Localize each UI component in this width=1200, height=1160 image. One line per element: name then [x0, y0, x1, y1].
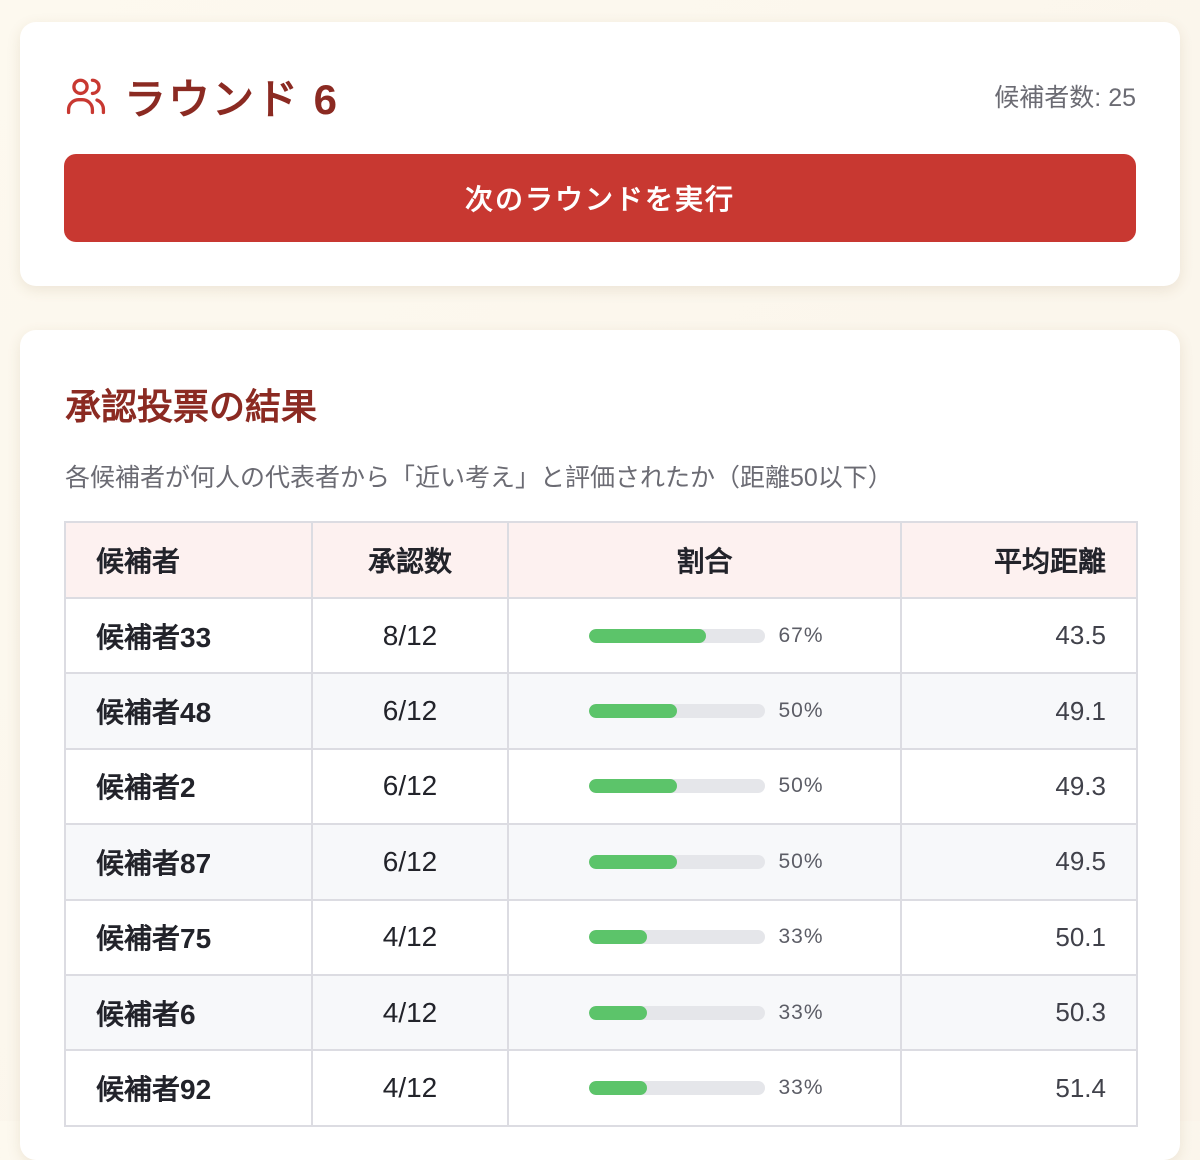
table-row: 候補者92 4/12 33% 51.4	[64, 1049, 1138, 1127]
table-header-row: 候補者 承認数 割合 平均距離	[64, 521, 1138, 599]
candidate-name: 候補者87	[64, 823, 313, 901]
run-next-round-button[interactable]: 次のラウンドを実行	[64, 154, 1136, 242]
round-title: ラウンド 6	[124, 75, 340, 123]
average-distance: 49.3	[900, 747, 1138, 826]
table-row: 候補者75 4/12 33% 50.1	[64, 898, 1138, 976]
progress-bar-fill	[588, 854, 677, 869]
table-row: 候補者6 4/12 33% 50.3	[64, 973, 1138, 1052]
table-row: 候補者2 6/12 50% 49.3	[64, 747, 1138, 826]
results-card: 承認投票の結果 各候補者が何人の代表者から「近い考え」と評価されたか（距離50以…	[20, 330, 1180, 1160]
ratio-percent: 50%	[778, 774, 824, 798]
progress-bar-track	[588, 628, 765, 643]
approved-count: 6/12	[311, 823, 509, 901]
header-distance: 平均距離	[900, 521, 1138, 599]
results-table: 候補者 承認数 割合 平均距離 候補者33 8/12 67% 43.5 候補者48 6/1…	[64, 521, 1138, 1127]
average-distance: 43.5	[900, 596, 1138, 675]
candidate-name: 候補者6	[64, 973, 313, 1052]
progress-bar-fill	[588, 1005, 647, 1020]
ratio-container: 33%	[509, 1001, 900, 1025]
round-card: ラウンド 6 候補者数: 25 次のラウンドを実行	[20, 22, 1180, 286]
approved-count: 4/12	[311, 973, 509, 1052]
approved-count: 4/12	[311, 1049, 509, 1127]
progress-bar-track	[588, 1005, 765, 1020]
progress-bar-track	[588, 1081, 765, 1096]
progress-bar-track	[588, 930, 765, 945]
ratio-percent: 50%	[778, 699, 824, 723]
candidate-count: 候補者数: 25	[994, 84, 1136, 112]
progress-bar-fill	[588, 779, 677, 794]
ratio-container: 67%	[509, 624, 900, 648]
candidate-name: 候補者92	[64, 1049, 313, 1127]
ratio-container: 33%	[509, 925, 900, 949]
ratio-container: 50%	[509, 699, 900, 723]
round-header: ラウンド 6 候補者数: 25	[64, 70, 1136, 123]
ratio-container: 50%	[509, 850, 900, 874]
ratio-percent: 50%	[778, 849, 824, 873]
ratio-percent: 67%	[778, 623, 824, 647]
header-candidate: 候補者	[64, 521, 313, 599]
results-description: 各候補者が何人の代表者から「近い考え」と評価されたか（距離50以下）	[65, 464, 893, 492]
table-row: 候補者48 6/12 50% 49.1	[64, 672, 1138, 750]
ratio-cell: 33%	[507, 973, 902, 1052]
candidate-name: 候補者48	[64, 672, 313, 750]
average-distance: 49.5	[900, 823, 1138, 901]
header-ratio: 割合	[507, 521, 902, 599]
table-row: 候補者87 6/12 50% 49.5	[64, 823, 1138, 901]
ratio-container: 33%	[509, 1076, 900, 1100]
candidate-name: 候補者33	[64, 596, 313, 675]
ratio-percent: 33%	[778, 1000, 824, 1024]
progress-bar-track	[588, 854, 765, 869]
progress-bar-fill	[588, 1081, 647, 1096]
users-icon	[64, 74, 108, 118]
ratio-cell: 50%	[507, 747, 902, 826]
progress-bar-track	[588, 704, 765, 719]
ratio-container: 50%	[509, 774, 900, 798]
candidate-name: 候補者2	[64, 747, 313, 826]
ratio-cell: 67%	[507, 596, 902, 675]
ratio-cell: 50%	[507, 823, 902, 901]
progress-bar-track	[588, 779, 765, 794]
ratio-cell: 50%	[507, 672, 902, 750]
approved-count: 6/12	[311, 672, 509, 750]
ratio-percent: 33%	[778, 1076, 824, 1100]
average-distance: 50.1	[900, 898, 1138, 976]
approved-count: 6/12	[311, 747, 509, 826]
ratio-percent: 33%	[778, 925, 824, 949]
results-title: 承認投票の結果	[65, 386, 318, 427]
progress-bar-fill	[588, 930, 647, 945]
progress-bar-fill	[588, 704, 677, 719]
ratio-cell: 33%	[507, 898, 902, 976]
candidate-name: 候補者75	[64, 898, 313, 976]
approved-count: 8/12	[311, 596, 509, 675]
average-distance: 49.1	[900, 672, 1138, 750]
progress-bar-fill	[588, 628, 707, 643]
ratio-cell: 33%	[507, 1049, 902, 1127]
approved-count: 4/12	[311, 898, 509, 976]
average-distance: 51.4	[900, 1049, 1138, 1127]
header-approved: 承認数	[311, 521, 509, 599]
table-row: 候補者33 8/12 67% 43.5	[64, 596, 1138, 675]
results-table-wrapper: 候補者 承認数 割合 平均距離 候補者33 8/12 67% 43.5 候補者48 6/1…	[64, 521, 1138, 1127]
average-distance: 50.3	[900, 973, 1138, 1052]
